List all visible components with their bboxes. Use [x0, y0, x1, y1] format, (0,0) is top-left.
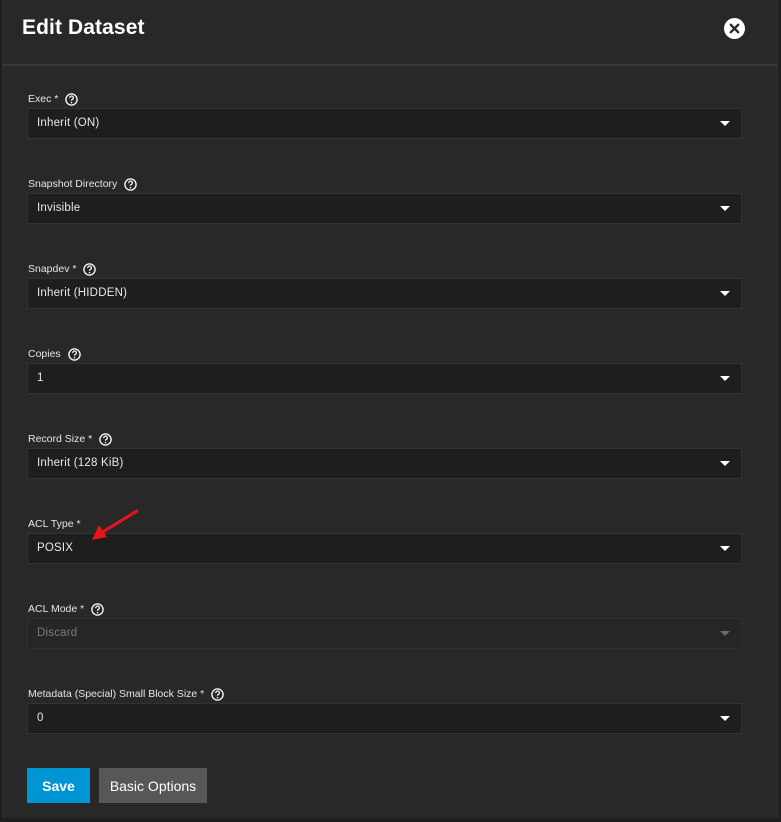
select-value: Discard	[37, 627, 78, 639]
select-value: Inherit (128 KiB)	[37, 457, 124, 469]
record-size-select[interactable]: Inherit (128 KiB)	[27, 448, 742, 479]
exec-select[interactable]: Inherit (ON)	[27, 108, 742, 139]
field-label-snapshot-directory: Snapshot Directory	[28, 178, 118, 190]
select-value: POSIX	[37, 542, 74, 554]
snapshot-directory-select[interactable]: Invisible	[27, 193, 742, 224]
help-icon[interactable]	[124, 177, 138, 191]
chevron-down-icon	[720, 461, 730, 466]
dialog-title: Edit Dataset	[22, 16, 145, 39]
select-value: Invisible	[37, 202, 81, 214]
select-value: Inherit (ON)	[37, 117, 100, 129]
chevron-down-icon	[720, 716, 730, 721]
select-value: 1	[37, 372, 44, 384]
help-icon[interactable]	[99, 432, 112, 446]
select-value: 0	[37, 712, 44, 724]
field-label-record-size: Record Size *	[28, 433, 93, 445]
field-label-exec: Exec *	[28, 93, 59, 105]
metadata-small-block-size-select[interactable]: 0	[27, 703, 742, 734]
chevron-down-icon	[720, 206, 730, 211]
help-icon[interactable]	[65, 92, 79, 106]
help-icon[interactable]	[91, 602, 104, 616]
acl-mode-select: Discard	[27, 618, 742, 649]
save-button[interactable]: Save	[27, 768, 90, 803]
chevron-down-icon	[720, 291, 730, 296]
field-label-copies: Copies	[28, 348, 61, 360]
help-icon[interactable]	[83, 262, 97, 276]
field-label-acl-mode: ACL Mode *	[28, 603, 85, 615]
basic-options-button[interactable]: Basic Options	[99, 768, 207, 803]
help-icon[interactable]	[211, 687, 224, 701]
select-value: Inherit (HIDDEN)	[37, 287, 128, 299]
field-label-snapdev: Snapdev *	[28, 263, 77, 275]
edit-dataset-dialog: Edit Dataset Exec * Inherit (ON) Snapsho…	[2, 0, 778, 818]
field-label-acl-type: ACL Type *	[28, 518, 81, 530]
chevron-down-icon	[720, 631, 730, 636]
close-icon[interactable]	[724, 18, 745, 39]
field-label-metadata-small-block-size: Metadata (Special) Small Block Size *	[28, 688, 205, 700]
snapdev-select[interactable]: Inherit (HIDDEN)	[27, 278, 742, 309]
chevron-down-icon	[720, 376, 730, 381]
copies-select[interactable]: 1	[27, 363, 742, 394]
chevron-down-icon	[720, 121, 730, 126]
dialog-header: Edit Dataset	[3, 0, 777, 66]
acl-type-select[interactable]: POSIX	[27, 533, 742, 564]
help-icon[interactable]	[67, 347, 81, 361]
chevron-down-icon	[720, 546, 730, 551]
